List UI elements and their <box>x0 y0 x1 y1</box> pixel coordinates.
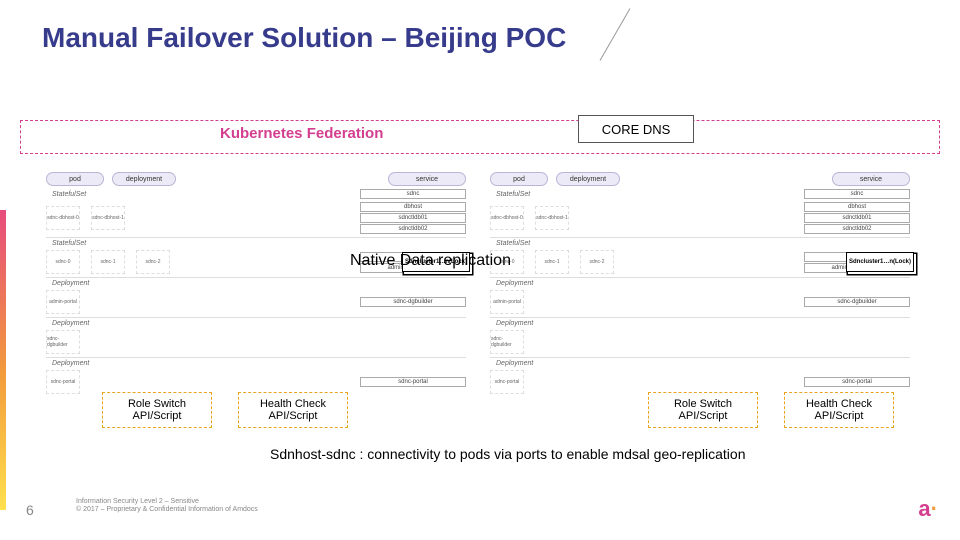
sdncluster-lock-r: Sdncluster1…n(Lock) <box>846 252 914 272</box>
callout-line <box>600 8 631 60</box>
health-check-left: Health Check API/Script <box>238 392 348 428</box>
pill-deployment-r: deployment <box>556 172 620 186</box>
chip-dbhost0: sdnc-dbhost-0 <box>46 206 80 230</box>
chip-portal: sdnc-portal <box>46 370 80 394</box>
core-dns-box: CORE DNS <box>578 115 694 143</box>
native-replication-label: Native Data replication <box>350 252 511 270</box>
legal-line2: © 2017 – Proprietary & Confidential Info… <box>76 506 258 513</box>
svc-sdnc: sdnc <box>360 189 466 199</box>
label-deployment3: Deployment <box>52 360 89 367</box>
label-deployment2-r: Deployment <box>496 320 533 327</box>
chip-dg: sdnc-dgbuilder <box>46 330 80 354</box>
svc-sdnctldb02: sdnctldb02 <box>360 224 466 234</box>
chip-dg-r: sdnc-dgbuilder <box>490 330 524 354</box>
pill-pod: pod <box>46 172 104 186</box>
svc-portal-r: sdnc-portal <box>804 377 910 387</box>
chip-sdnc0: sdnc-0 <box>46 250 80 274</box>
chip-dbhost0-r: sdnc-dbhost-0 <box>490 206 524 230</box>
svc-sdnctldb02-r: sdnctldb02 <box>804 224 910 234</box>
page-number: 6 <box>26 502 34 518</box>
role-switch-left: Role Switch API/Script <box>102 392 212 428</box>
pill-service: service <box>388 172 466 186</box>
label-statefulset2: StatefulSet <box>52 240 86 247</box>
svc-dbhost: dbhost <box>360 202 466 212</box>
site-diagrams: pod deployment service StatefulSet sdnc … <box>46 170 910 397</box>
label-deployment-r: Deployment <box>496 280 533 287</box>
chip-sdnc1-r: sdnc-1 <box>535 250 569 274</box>
svc-sdnctldb01: sdnctldb01 <box>360 213 466 223</box>
chip-admin: admin-portal <box>46 290 80 314</box>
legal-footer: Information Security Level 2 – Sensitive… <box>76 498 258 515</box>
amdocs-logo: a· <box>918 496 938 522</box>
svc-dgbuilder: sdnc-dgbuilder <box>360 297 466 307</box>
svc-sdnc-r: sdnc <box>804 189 910 199</box>
chip-portal-r: sdnc-portal <box>490 370 524 394</box>
slide-title: Manual Failover Solution – Beijing POC <box>42 22 566 54</box>
accent-gradient <box>0 210 6 510</box>
svc-portal: sdnc-portal <box>360 377 466 387</box>
role-switch-right: Role Switch API/Script <box>648 392 758 428</box>
site-left: pod deployment service StatefulSet sdnc … <box>46 170 466 397</box>
pill-service-r: service <box>832 172 910 186</box>
chip-sdnc2: sdnc-2 <box>136 250 170 274</box>
label-statefulset: StatefulSet <box>52 191 86 198</box>
svc-dgbuilder-r: sdnc-dgbuilder <box>804 297 910 307</box>
federation-bar <box>20 120 940 154</box>
federation-label: Kubernetes Federation <box>220 125 383 142</box>
label-statefulset2-r: StatefulSet <box>496 240 530 247</box>
chip-dbhost1-r: sdnc-dbhost-1 <box>535 206 569 230</box>
pill-pod-r: pod <box>490 172 548 186</box>
chip-dbhost1: sdnc-dbhost-1 <box>91 206 125 230</box>
health-check-right: Health Check API/Script <box>784 392 894 428</box>
svc-sdnctldb01-r: sdnctldb01 <box>804 213 910 223</box>
legal-line1: Information Security Level 2 – Sensitive <box>76 498 199 505</box>
label-deployment2: Deployment <box>52 320 89 327</box>
chip-admin-r: admin-portal <box>490 290 524 314</box>
label-statefulset-r: StatefulSet <box>496 191 530 198</box>
api-row: Role Switch API/Script Health Check API/… <box>0 392 960 428</box>
label-deployment3-r: Deployment <box>496 360 533 367</box>
chip-sdnc1: sdnc-1 <box>91 250 125 274</box>
svc-dbhost-r: dbhost <box>804 202 910 212</box>
label-deployment: Deployment <box>52 280 89 287</box>
site-right: pod deployment service StatefulSet sdnc … <box>490 170 910 397</box>
pill-deployment: deployment <box>112 172 176 186</box>
connectivity-note: Sdnhost-sdnc : connectivity to pods via … <box>270 446 746 462</box>
chip-sdnc2-r: sdnc-2 <box>580 250 614 274</box>
